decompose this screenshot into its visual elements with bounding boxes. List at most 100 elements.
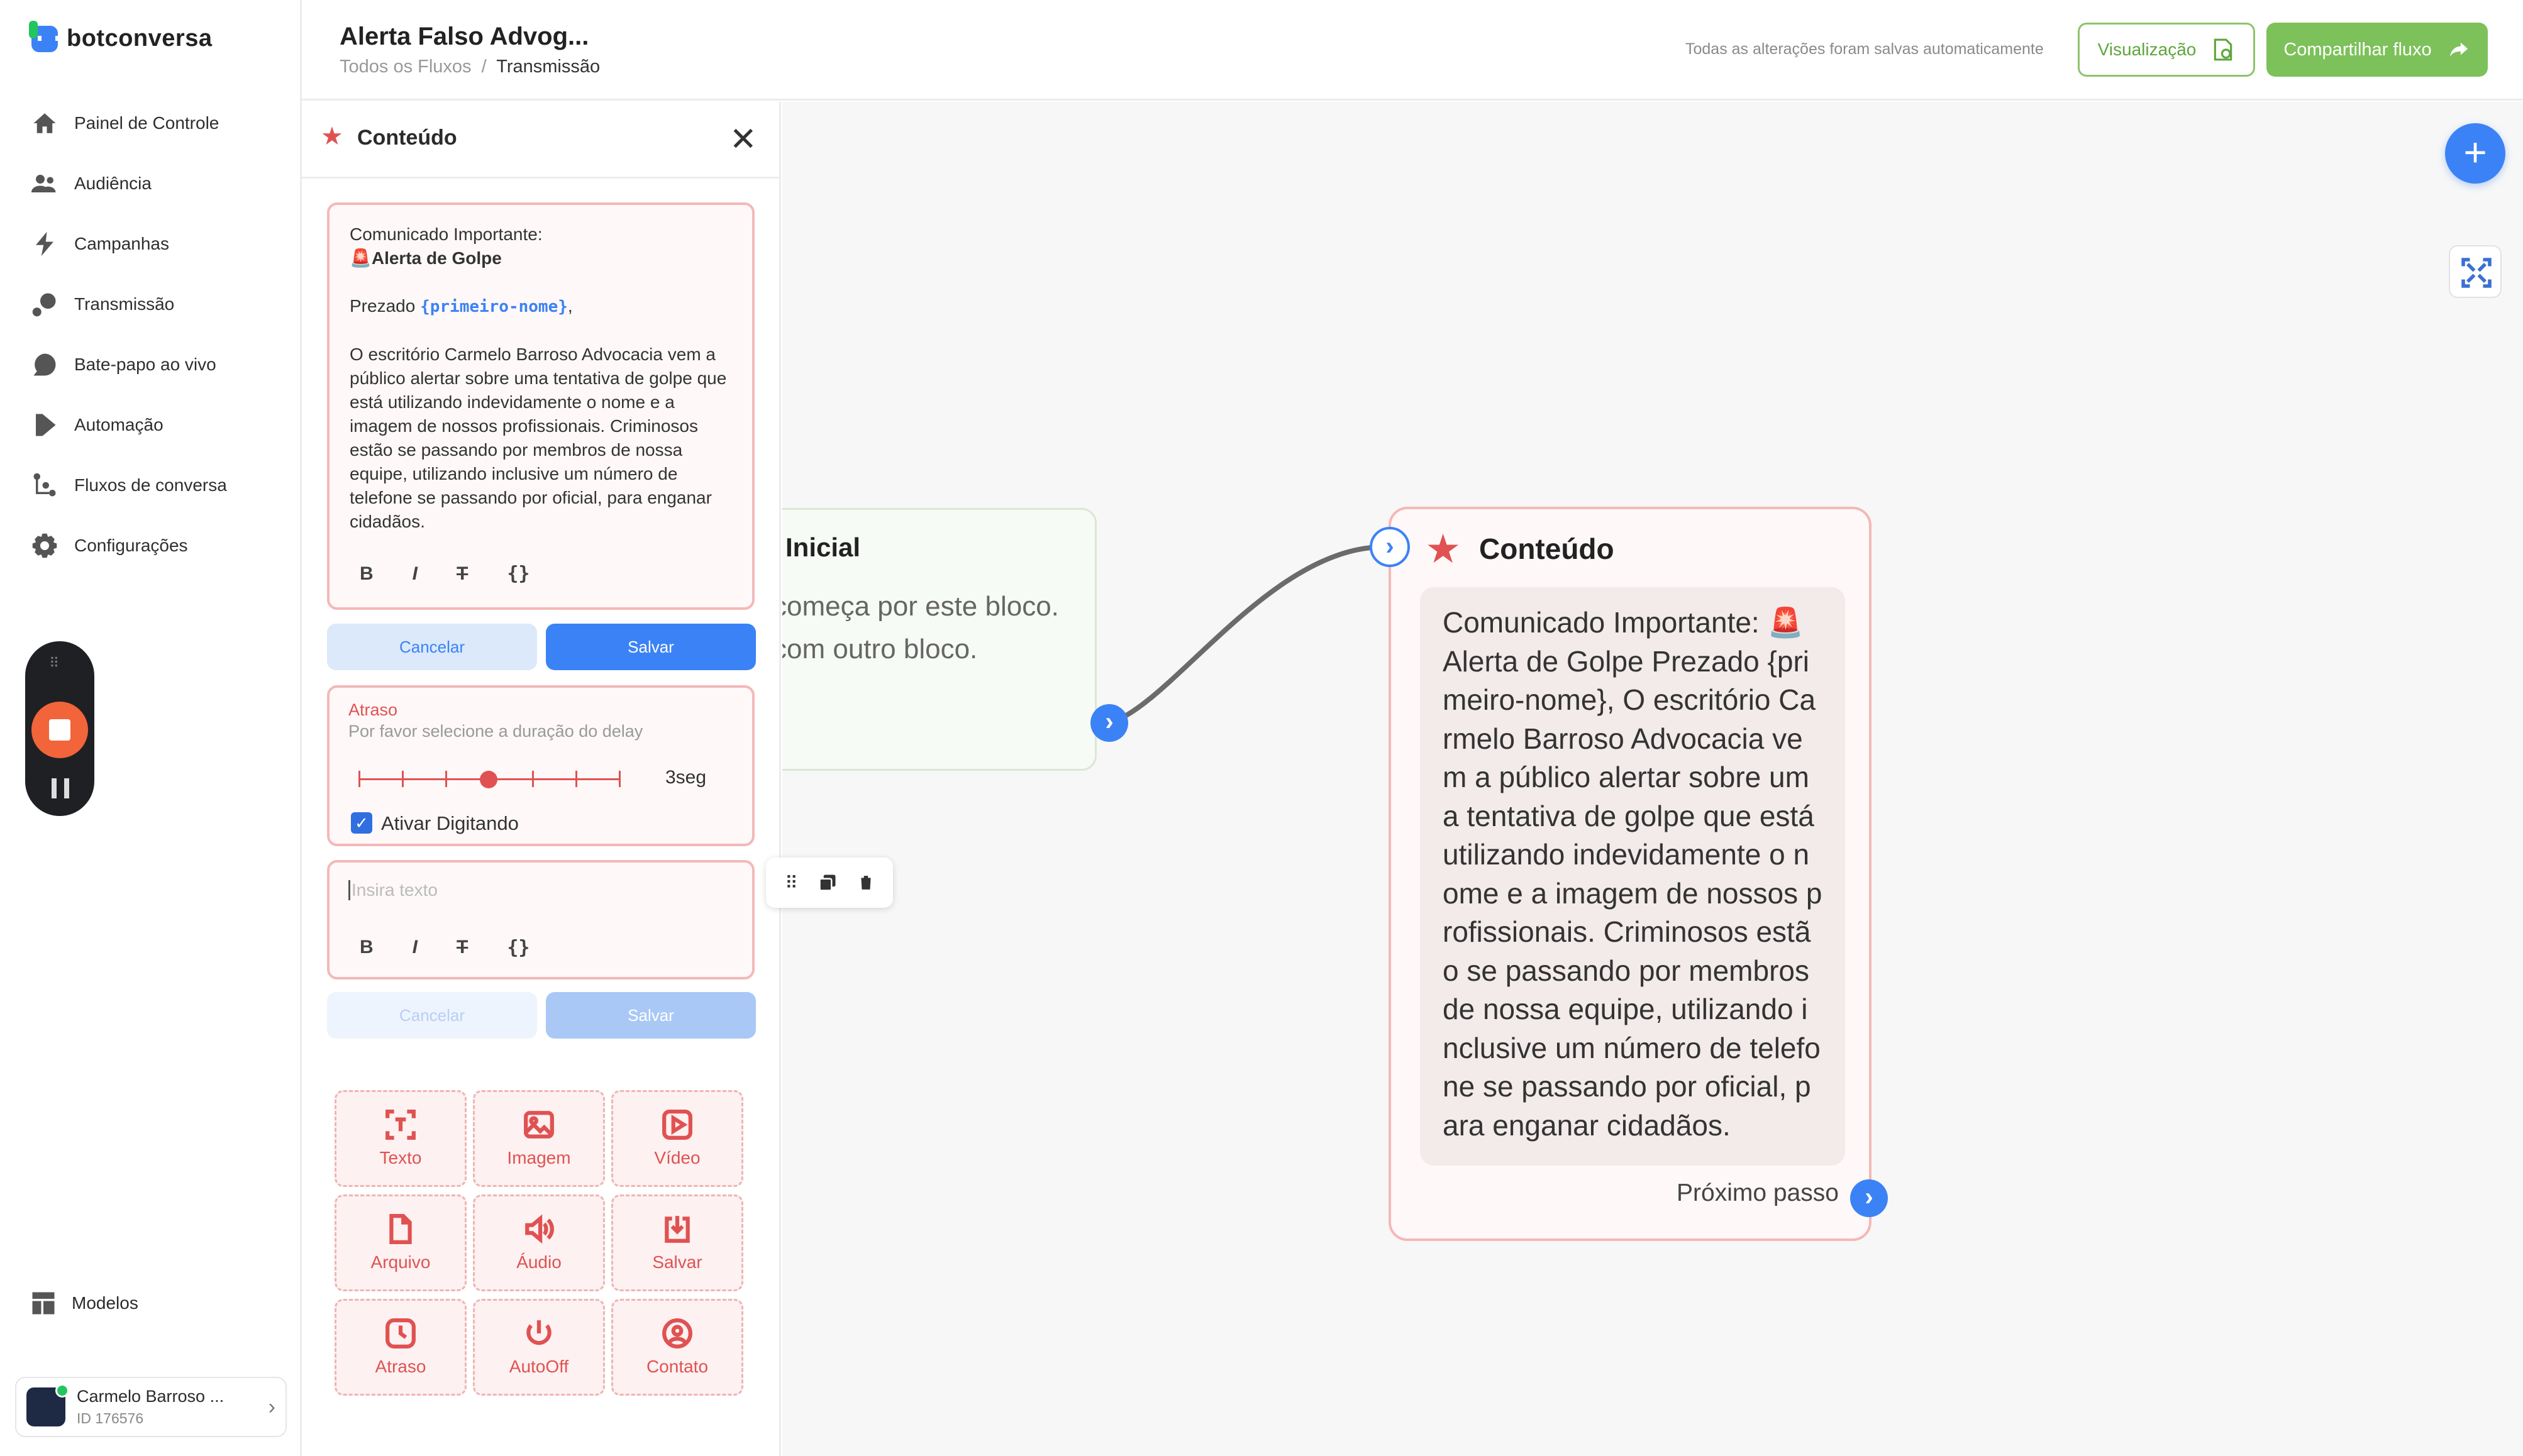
account-id: ID 176576 [77, 1410, 144, 1426]
strike-button[interactable]: T [457, 562, 468, 586]
image-icon [524, 1111, 554, 1139]
tile-audio[interactable]: Áudio [473, 1194, 605, 1291]
sidebar-item-modelos[interactable]: Modelos [30, 1290, 138, 1316]
tile-contato[interactable]: Contato [611, 1299, 743, 1396]
sidebar-item-fluxos[interactable]: Fluxos de conversa [30, 455, 227, 516]
italic-button[interactable]: I [413, 562, 418, 586]
account-name: Carmelo Barroso ... [77, 1387, 225, 1406]
document-check-icon [2214, 38, 2232, 61]
code-button[interactable]: {} [507, 937, 530, 959]
account-switcher[interactable]: Carmelo Barroso ... ID 176576 › [15, 1377, 287, 1437]
contact-icon [662, 1318, 692, 1348]
drag-handle-icon[interactable]: ⠿ [49, 655, 60, 671]
share-label: Compartilhar fluxo [2283, 39, 2432, 60]
slider-tick [619, 771, 621, 787]
sidebar-item-automacao[interactable]: Automação [30, 395, 227, 455]
slider-tick [402, 771, 404, 787]
sidebar-item-transmissao[interactable]: Transmissão [30, 274, 227, 334]
strike-button[interactable]: T [457, 937, 468, 959]
italic-button[interactable]: I [413, 937, 418, 959]
sidebar-item-label: Bate-papo ao vivo [74, 355, 216, 374]
typing-label: Ativar Digitando [381, 812, 519, 834]
content-node-title: Conteúdo [1479, 532, 1614, 565]
flow-icon [30, 471, 59, 500]
slider-handle[interactable] [480, 771, 497, 788]
flow-canvas[interactable]: Inicial começa por este bloco. com outro… [782, 102, 2523, 1456]
greeting-suffix: , [567, 296, 573, 316]
sidebar-item-audiencia[interactable]: Audiência [30, 153, 227, 214]
message-line: Comunicado Importante: [350, 224, 543, 244]
tile-autooff[interactable]: AutoOff [473, 1299, 605, 1396]
next-step-output-handle[interactable]: › [1850, 1179, 1888, 1217]
sidebar-item-label: Campanhas [74, 234, 169, 253]
sidebar-item-configuracoes[interactable]: Configurações [30, 516, 227, 576]
tile-texto[interactable]: Texto [335, 1090, 467, 1187]
tile-label: Atraso [375, 1357, 426, 1376]
save-button[interactable]: Salvar [546, 624, 756, 670]
bold-button[interactable]: B [360, 937, 374, 959]
text-input-placeholder[interactable]: Insira texto [348, 880, 438, 900]
preview-label: Visualização [2097, 40, 2197, 59]
next-step-label: Próximo passo [1677, 1179, 1839, 1206]
start-node-output-handle[interactable]: › [1090, 704, 1128, 742]
save-status: Todas as alterações foram salvas automat… [1685, 40, 2044, 58]
gear-icon [30, 531, 59, 560]
add-block-button[interactable]: + [2445, 123, 2505, 184]
close-icon[interactable]: ✕ [729, 123, 757, 156]
typing-checkbox[interactable]: ✓ [351, 812, 372, 834]
fit-view-button[interactable] [2449, 245, 2502, 298]
tile-video[interactable]: Vídeo [611, 1090, 743, 1187]
message-editor[interactable]: Comunicado Importante: 🚨Alerta de Golpe … [327, 202, 755, 610]
code-button[interactable]: {} [507, 562, 530, 586]
content-editor-panel: ★ Conteúdo ✕ Comunicado Importante: 🚨Ale… [302, 102, 781, 1456]
clock-icon [385, 1318, 416, 1348]
star-icon: ★ [321, 123, 343, 150]
variable-tag[interactable]: {primeiro-nome} [420, 297, 568, 316]
delay-subtitle: Por favor selecione a duração do delay [348, 722, 643, 741]
breadcrumb-root[interactable]: Todos os Fluxos [340, 57, 472, 77]
cancel-button-disabled[interactable]: Cancelar [327, 992, 537, 1039]
tile-arquivo[interactable]: Arquivo [335, 1194, 467, 1291]
sidebar-item-label: Modelos [72, 1293, 138, 1313]
tile-label: Salvar [652, 1252, 702, 1272]
sidebar-item-label: Transmissão [74, 294, 175, 314]
chevron-right-icon: › [268, 1394, 275, 1419]
start-node[interactable]: Inicial começa por este bloco. com outro… [782, 508, 1097, 771]
tile-salvar[interactable]: Salvar [611, 1194, 743, 1291]
save-button-disabled[interactable]: Salvar [546, 992, 756, 1039]
bold-button[interactable]: B [360, 562, 374, 586]
sidebar-item-label: Configurações [74, 536, 188, 555]
page-title: Alerta Falso Advog... [340, 23, 589, 50]
trash-icon[interactable] [858, 873, 874, 892]
sidebar-item-bate-papo[interactable]: Bate-papo ao vivo [30, 334, 227, 395]
power-icon [526, 1320, 552, 1345]
sidebar-nav: Painel de Controle Audiência Campanhas T… [30, 93, 227, 576]
content-node[interactable]: ★ Conteúdo Comunicado Importante: 🚨Alert… [1389, 507, 1871, 1241]
tile-label: Texto [379, 1148, 422, 1167]
cancel-button[interactable]: Cancelar [327, 624, 537, 670]
broadcast-icon [30, 290, 59, 319]
delay-value: 3seg [665, 767, 707, 788]
sidebar-item-campanhas[interactable]: Campanhas [30, 214, 227, 274]
sidebar-item-painel[interactable]: Painel de Controle [30, 93, 227, 153]
content-node-message: Comunicado Importante: 🚨Alerta de Golpe … [1420, 587, 1845, 1166]
tile-imagem[interactable]: Imagem [473, 1090, 605, 1187]
duplicate-icon[interactable] [818, 873, 837, 892]
users-icon [30, 169, 59, 198]
tile-atraso[interactable]: Atraso [335, 1299, 467, 1396]
stop-record-button[interactable] [31, 702, 88, 758]
text-input-block[interactable]: Insira texto B I T {} [327, 860, 755, 979]
preview-button[interactable]: Visualização [2078, 23, 2255, 77]
templates-icon [32, 1292, 55, 1315]
breadcrumb: Todos os Fluxos / Transmissão [340, 57, 600, 77]
brand-logo[interactable]: botconversa [29, 20, 212, 52]
video-icon [662, 1110, 692, 1140]
drag-icon[interactable]: ⠿ [785, 873, 798, 893]
message-body: O escritório Carmelo Barroso Advocacia v… [350, 345, 727, 531]
content-node-input-handle[interactable]: › [1370, 527, 1410, 567]
pause-button[interactable] [52, 778, 69, 798]
audio-icon [525, 1214, 554, 1244]
share-flow-button[interactable]: Compartilhar fluxo [2266, 23, 2488, 77]
expand-icon [2461, 258, 2492, 288]
greeting-prefix: Prezado [350, 296, 421, 316]
